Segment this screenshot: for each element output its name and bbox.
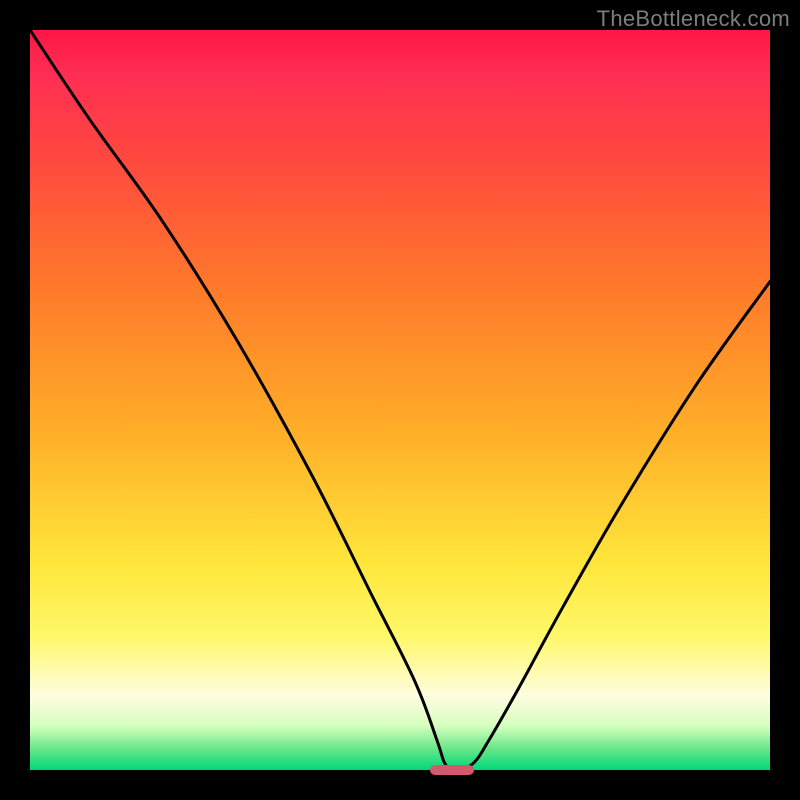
watermark-text: TheBottleneck.com bbox=[597, 6, 790, 32]
optimal-marker bbox=[430, 765, 474, 775]
plot-area bbox=[30, 30, 770, 770]
chart-frame: TheBottleneck.com bbox=[0, 0, 800, 800]
bottleneck-curve bbox=[30, 30, 770, 770]
